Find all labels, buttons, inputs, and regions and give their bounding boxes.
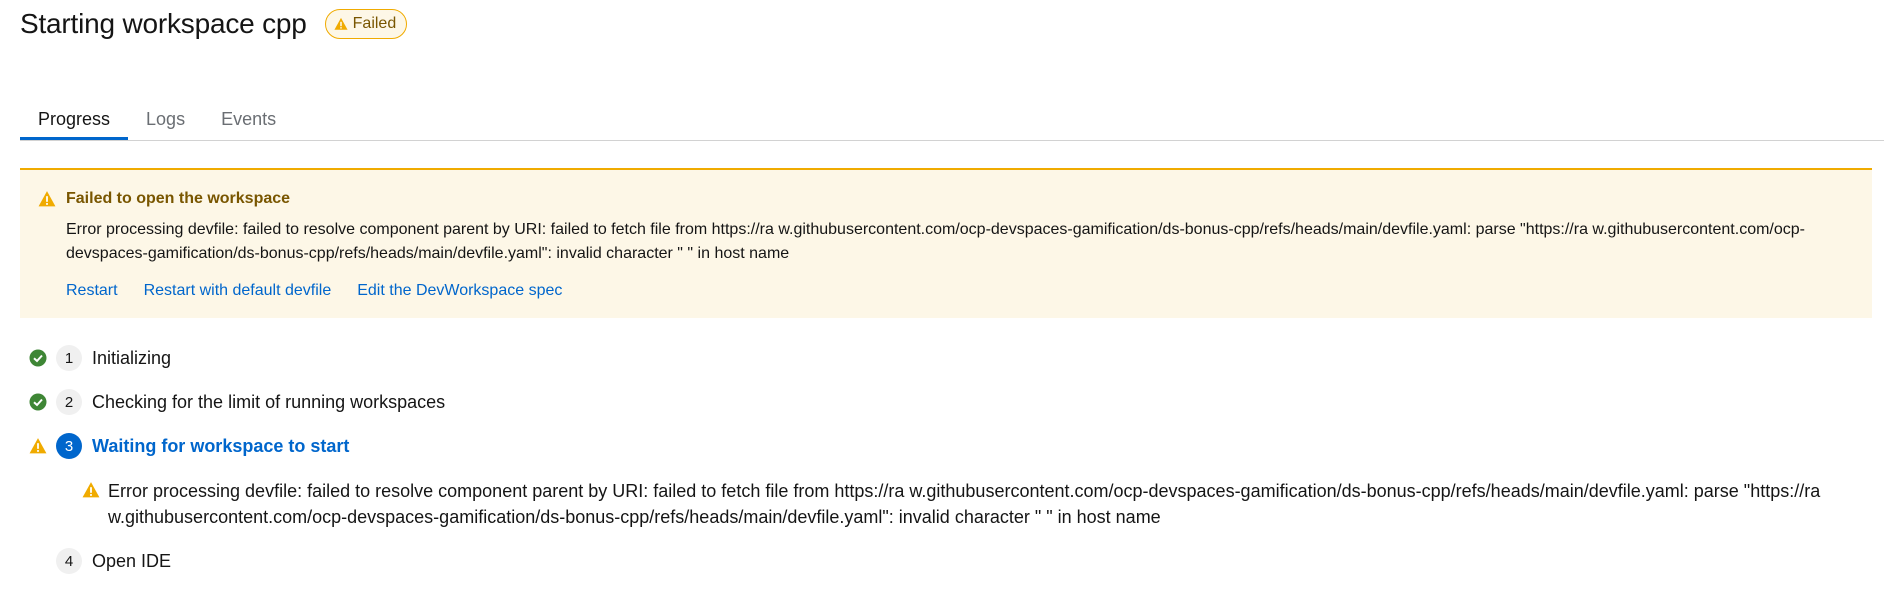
step-label: Checking for the limit of running worksp…: [92, 391, 446, 412]
progress-step-waiting: 3 Waiting for workspace to start: [28, 432, 349, 460]
page-title: Starting workspace cpp: [20, 8, 307, 39]
restart-default-devfile-link[interactable]: Restart with default devfile: [144, 282, 332, 300]
step-number: 4: [56, 548, 82, 574]
warning-triangle-icon: [334, 17, 348, 30]
workspace-start-page: Starting workspace cpp Failed Progress L…: [0, 0, 1884, 601]
step-label: Open IDE: [92, 550, 172, 571]
status-badge-label: Failed: [352, 15, 397, 32]
progress-step-initializing: 1 Initializing: [28, 344, 171, 372]
tab-logs[interactable]: Logs: [128, 100, 203, 140]
page-header: Starting workspace cpp Failed: [20, 8, 408, 40]
step-status-placeholder: [28, 551, 48, 571]
alert-message: Error processing devfile: failed to reso…: [66, 221, 1805, 262]
step-number: 2: [56, 389, 82, 415]
step-error-message: Error processing devfile: failed to reso…: [82, 478, 1822, 530]
warning-triangle-icon: [28, 436, 48, 456]
tab-bar: Progress Logs Events: [20, 100, 1884, 141]
tab-progress[interactable]: Progress: [20, 100, 129, 140]
warning-alert: Failed to open the workspace Error proce…: [20, 168, 1872, 318]
step-error-text: Error processing devfile: failed to reso…: [108, 481, 1821, 527]
warning-triangle-icon: [82, 482, 100, 498]
restart-link[interactable]: Restart: [66, 282, 118, 300]
tab-events[interactable]: Events: [203, 100, 294, 140]
edit-devworkspace-spec-link[interactable]: Edit the DevWorkspace spec: [357, 282, 562, 300]
alert-actions: Restart Restart with default devfile Edi…: [66, 282, 588, 300]
progress-step-check-limit: 2 Checking for the limit of running work…: [28, 388, 445, 416]
check-circle-icon: [28, 348, 48, 368]
progress-step-open-ide: 4 Open IDE: [28, 547, 171, 575]
alert-title: Failed to open the workspace: [66, 190, 291, 207]
step-label: Initializing: [92, 347, 172, 368]
warning-triangle-icon: [38, 191, 56, 207]
status-badge: Failed: [324, 9, 408, 39]
step-number: 1: [56, 345, 82, 371]
step-label: Waiting for workspace to start: [92, 435, 350, 456]
step-number: 3: [56, 433, 82, 459]
check-circle-icon: [28, 392, 48, 412]
